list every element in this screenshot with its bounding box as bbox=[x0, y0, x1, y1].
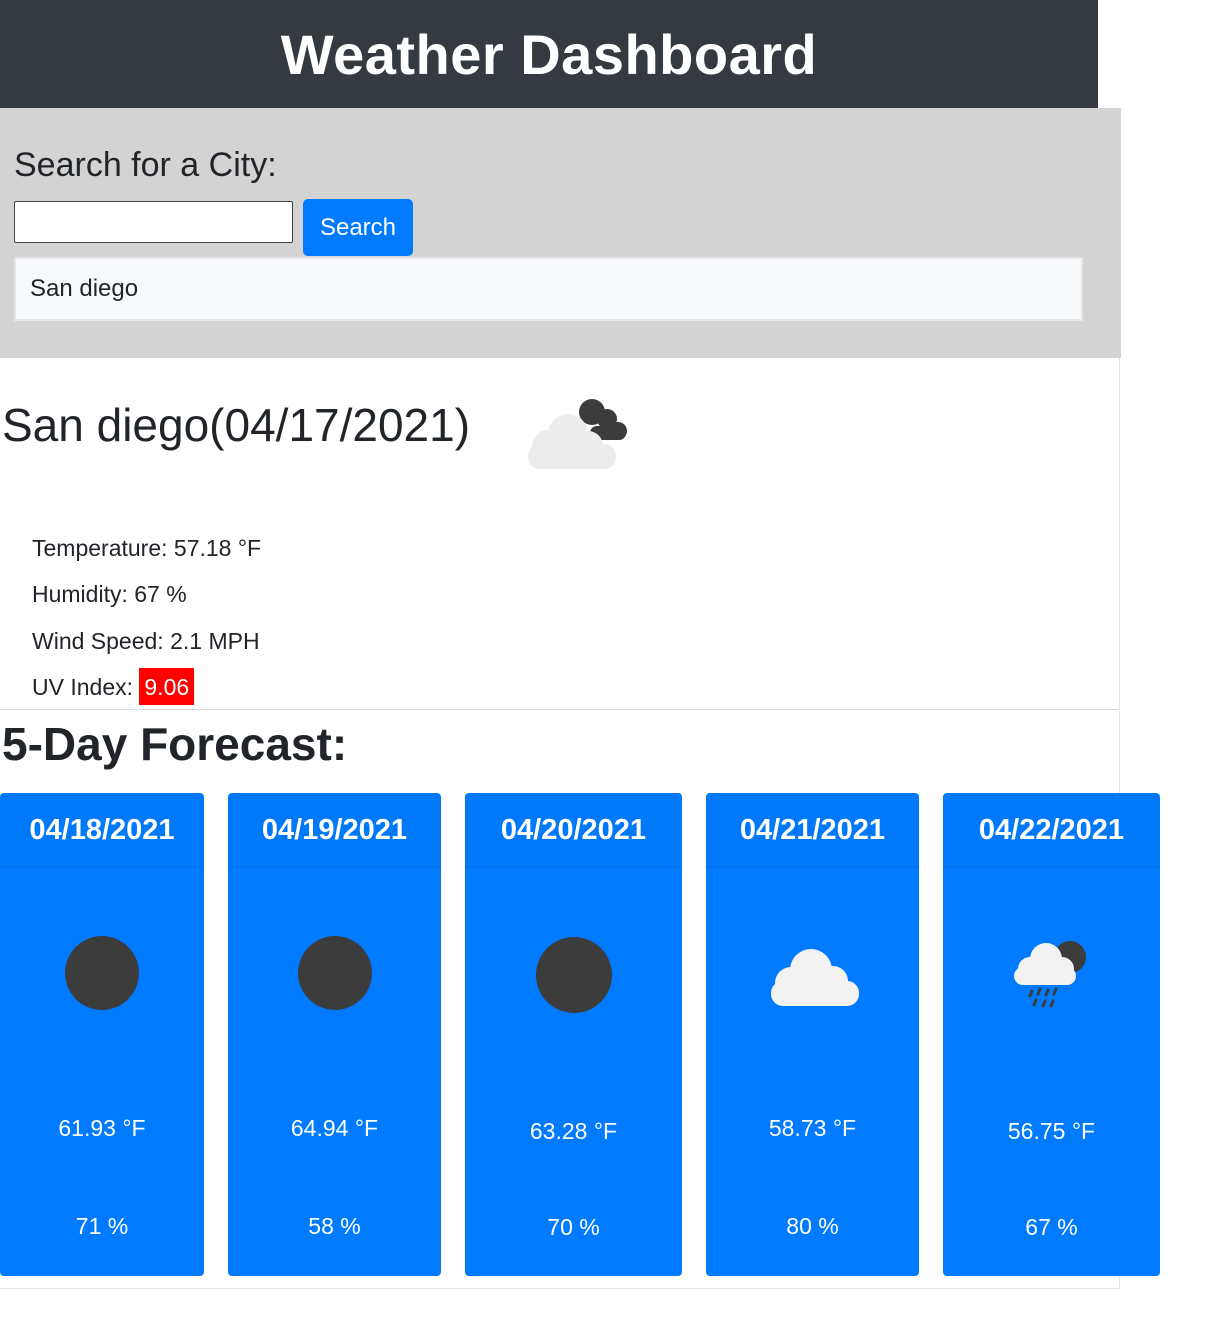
city-search-input[interactable] bbox=[14, 201, 293, 243]
forecast-humidity: 70 % bbox=[547, 1214, 600, 1240]
forecast-section: 5-Day Forecast: 04/18/2021 61.93 °F 71 %… bbox=[0, 711, 1160, 1289]
search-history-list: San diego bbox=[14, 257, 1083, 321]
clear-night-icon bbox=[535, 937, 612, 1013]
clear-night-icon bbox=[297, 936, 372, 1010]
forecast-date: 04/18/2021 bbox=[0, 793, 204, 868]
forecast-heading: 5-Day Forecast: bbox=[2, 718, 348, 770]
forecast-humidity: 58 % bbox=[308, 1213, 361, 1239]
uv-index-badge: 9.06 bbox=[139, 668, 195, 705]
current-temperature: Temperature: 57.18 °F bbox=[32, 535, 262, 561]
forecast-humidity: 80 % bbox=[786, 1213, 839, 1239]
forecast-temperature: 56.75 °F bbox=[1007, 1118, 1096, 1144]
search-heading: Search for a City: bbox=[14, 146, 277, 184]
rain-night-icon bbox=[1013, 941, 1086, 1008]
forecast-card: 04/22/2021 56.75 °F 67 % bbox=[943, 793, 1160, 1276]
current-humidity: Humidity: 67 % bbox=[32, 581, 187, 607]
current-uv-index: UV Index: 9.06 bbox=[32, 668, 195, 705]
forecast-date: 04/22/2021 bbox=[943, 793, 1160, 868]
current-wind-speed: Wind Speed: 2.1 MPH bbox=[32, 628, 260, 654]
clear-night-icon bbox=[65, 936, 139, 1010]
forecast-card: 04/21/2021 58.73 °F 80 % bbox=[706, 793, 919, 1276]
forecast-temperature: 61.93 °F bbox=[58, 1115, 146, 1141]
forecast-card: 04/18/2021 61.93 °F 71 % bbox=[0, 793, 204, 1276]
search-panel: Search for a City: Search San diego bbox=[0, 108, 1121, 358]
forecast-humidity: 67 % bbox=[1025, 1214, 1078, 1240]
forecast-humidity: 71 % bbox=[75, 1213, 129, 1239]
forecast-date: 04/20/2021 bbox=[465, 793, 682, 868]
few-clouds-night-icon bbox=[528, 399, 627, 469]
forecast-temperature: 58.73 °F bbox=[768, 1115, 857, 1141]
history-item-san-diego[interactable]: San diego bbox=[14, 257, 1083, 321]
app-header: Weather Dashboard bbox=[0, 0, 1098, 108]
forecast-date: 04/19/2021 bbox=[228, 793, 441, 868]
current-weather-panel: San diego(04/17/2021) Temperature: 57.18… bbox=[0, 358, 1120, 710]
cloud-icon bbox=[770, 949, 859, 1006]
current-city-title: San diego(04/17/2021) bbox=[2, 399, 471, 451]
forecast-card: 04/19/2021 64.94 °F 58 % bbox=[228, 793, 441, 1276]
forecast-temperature: 63.28 °F bbox=[529, 1118, 618, 1144]
forecast-temperature: 64.94 °F bbox=[290, 1115, 379, 1141]
uv-index-label: UV Index: bbox=[32, 674, 140, 700]
forecast-date: 04/21/2021 bbox=[706, 793, 919, 868]
forecast-card: 04/20/2021 63.28 °F 70 % bbox=[465, 793, 682, 1276]
page-title: Weather Dashboard bbox=[280, 22, 818, 86]
search-button[interactable]: Search bbox=[303, 199, 413, 256]
